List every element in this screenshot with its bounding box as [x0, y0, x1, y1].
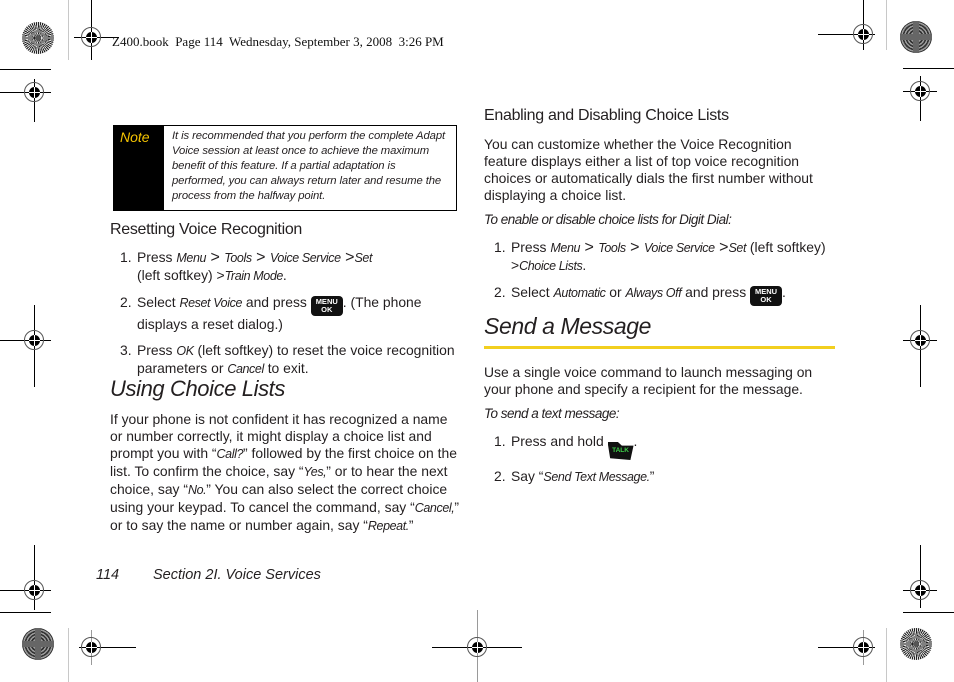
- menu-ok-key-icon: MENU OK: [750, 285, 783, 306]
- crop-line: [903, 612, 954, 613]
- step-number: 2.: [120, 294, 132, 310]
- menu-term: Tools: [598, 241, 626, 255]
- step-number: 1.: [120, 249, 132, 265]
- step-item: 2. Select Automatic or Always Off and pr…: [484, 284, 836, 306]
- enabling-heading: Enabling and Disabling Choice Lists: [484, 107, 729, 124]
- step-text: or: [605, 284, 626, 300]
- using-choice-lists-heading: Using Choice Lists: [110, 376, 285, 401]
- voice-command: Call?: [216, 447, 244, 461]
- voice-command: Repeat.: [367, 519, 409, 533]
- crop-line: [0, 69, 51, 70]
- menu-term: Tools: [224, 251, 252, 265]
- enabling-lead: To enable or disable choice lists for Di…: [484, 212, 732, 227]
- menu-term: Voice Service: [269, 251, 341, 265]
- using-choice-lists-paragraph: If your phone is not confident it has re…: [110, 411, 462, 535]
- menu-ok-key-icon: MENU OK: [310, 295, 343, 316]
- menu-term: Train Mode: [224, 269, 284, 283]
- key-label: OK: [760, 295, 772, 304]
- step-text: .: [782, 284, 786, 300]
- crop-line: [886, 628, 887, 682]
- step-item: 1. Press and hold TALK.: [484, 433, 836, 460]
- step-item: 2. Say “Send Text Message.”: [484, 468, 836, 486]
- step-item: 2. Select Reset Voice and press MENU OK. …: [110, 294, 460, 333]
- step-text: Press: [137, 341, 177, 358]
- enabling-steps: 1. Press Menu > Tools > Voice Service >S…: [484, 239, 836, 306]
- talk-key-icon: TALK: [607, 442, 634, 460]
- voice-command: No.: [187, 483, 207, 497]
- page-number: 114: [96, 567, 120, 583]
- step-number: 1.: [494, 433, 506, 449]
- note-box: Note It is recommended that you perform …: [113, 125, 457, 211]
- menu-term: Reset Voice: [179, 296, 242, 310]
- step-text: Press: [137, 249, 177, 265]
- note-text: It is recommended that you perform the c…: [172, 130, 446, 202]
- send-paragraph: Use a single voice command to launch mes…: [484, 364, 813, 397]
- step-text: Press: [511, 239, 551, 255]
- text: ”: [408, 517, 414, 533]
- step-item: 3. Press OK (left softkey) to reset the …: [110, 342, 460, 378]
- step-text: ”: [649, 468, 655, 484]
- step-text: .: [282, 267, 287, 283]
- menu-term: Cancel: [227, 361, 264, 376]
- step-number: 2.: [494, 284, 506, 300]
- step-text: .: [633, 433, 638, 449]
- section-rule: [484, 346, 835, 349]
- voice-command: Yes,: [303, 465, 327, 479]
- starburst-mark-icon: [22, 22, 54, 54]
- menu-term: Always Off: [625, 286, 682, 300]
- send-steps: 1. Press and hold TALK. 2. Say “Send Tex…: [484, 433, 836, 486]
- menu-term: Menu: [550, 241, 581, 255]
- menu-term: Menu: [176, 251, 207, 265]
- step-text: to exit.: [263, 359, 309, 376]
- step-number: 2.: [494, 468, 506, 484]
- menu-term: Automatic: [553, 286, 606, 300]
- separator: >: [251, 249, 270, 266]
- crop-line: [886, 0, 887, 50]
- step-item: 1. Press Menu > Tools > Voice Service >S…: [110, 249, 460, 285]
- menu-term: Choice Lists: [519, 259, 583, 273]
- send-lead: To send a text message:: [484, 406, 620, 421]
- crop-line: [68, 0, 69, 60]
- separator: >: [625, 239, 644, 256]
- starburst-mark-icon: [900, 628, 932, 660]
- step-text: (left softkey) >: [137, 267, 225, 283]
- step-text: .: [582, 257, 587, 273]
- enabling-paragraph: You can customize whether the Voice Reco…: [484, 136, 813, 203]
- resetting-steps: 1. Press Menu > Tools > Voice Service >S…: [110, 249, 460, 378]
- step-text: Press and hold: [511, 433, 608, 449]
- print-slug: Z400.book Page 114 Wednesday, September …: [112, 34, 444, 49]
- color-disc-mark-icon: [22, 628, 54, 660]
- menu-term: Set: [354, 251, 373, 265]
- step-item: 1. Press Menu > Tools > Voice Service >S…: [484, 239, 836, 275]
- step-number: 3.: [120, 341, 132, 358]
- crop-line: [903, 68, 954, 69]
- separator: >: [340, 249, 355, 266]
- step-number: 1.: [494, 239, 506, 255]
- key-label: OK: [321, 305, 333, 314]
- step-text: Select: [511, 284, 554, 300]
- color-disc-mark-icon: [900, 21, 932, 53]
- crop-line: [0, 612, 51, 613]
- separator: >: [580, 239, 599, 256]
- section-title: Section 2I. Voice Services: [153, 567, 321, 583]
- resetting-heading: Resetting Voice Recognition: [110, 221, 303, 238]
- step-text: Say “: [511, 468, 544, 484]
- voice-command: Send Text Message.: [543, 470, 650, 484]
- voice-command: Cancel,: [414, 501, 455, 515]
- send-a-message-heading: Send a Message: [484, 313, 652, 339]
- separator: >: [714, 239, 729, 256]
- menu-term: Voice Service: [643, 241, 715, 255]
- menu-term: Set: [728, 241, 747, 255]
- step-text: and press: [681, 284, 751, 300]
- note-label: Note: [114, 126, 164, 210]
- crop-line: [68, 628, 69, 682]
- menu-term: OK: [176, 343, 194, 358]
- step-text: and press: [242, 294, 311, 310]
- step-text: Select: [137, 294, 180, 310]
- separator: >: [206, 249, 225, 266]
